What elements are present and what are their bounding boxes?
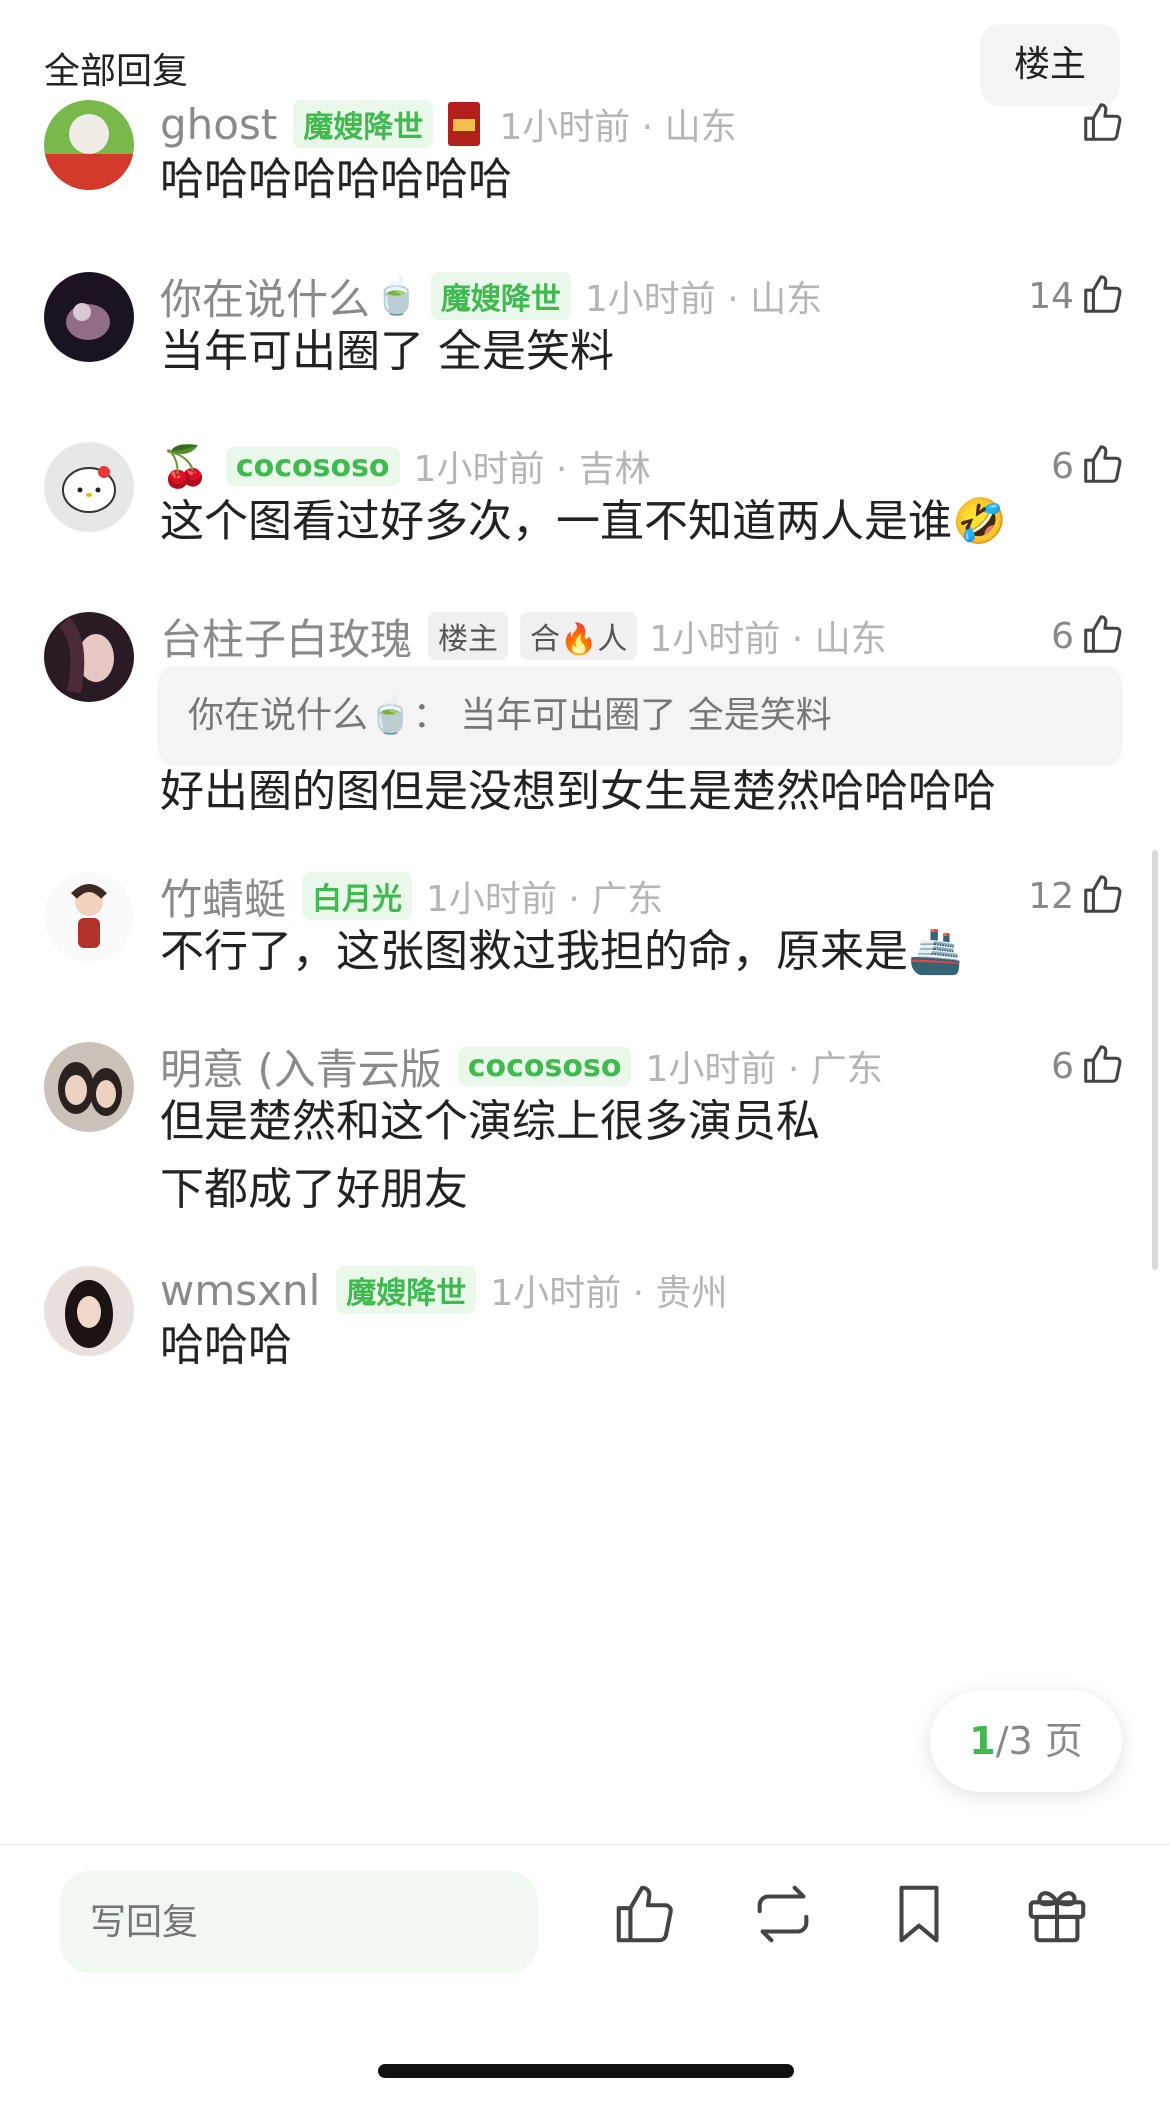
- like-button[interactable]: 14: [1028, 268, 1126, 324]
- like-count: 14: [1028, 275, 1074, 317]
- gift-icon: [1022, 1891, 1092, 1953]
- fan-badge[interactable]: cocososo: [457, 1046, 632, 1086]
- timestamp-location: 1小时前 · 广东: [645, 1049, 883, 1090]
- co-fire-badge: 合🔥人: [520, 612, 638, 660]
- current-page: 1: [969, 1719, 996, 1763]
- timestamp-location: 1小时前 · 贵州: [490, 1273, 728, 1314]
- thumbs-up-icon: [1080, 441, 1126, 491]
- comment-meta: 明意 (入青云版 cocososo 1小时前 · 广东: [160, 1038, 883, 1094]
- repost-icon: [748, 1885, 818, 1953]
- like-action-button[interactable]: [610, 1879, 680, 1949]
- like-count: 12: [1028, 875, 1074, 917]
- comment-text: 但是楚然和这个演综上很多演员私下都成了好朋友: [160, 1096, 820, 1215]
- thumbs-up-icon: [1080, 99, 1126, 149]
- owner-only-button[interactable]: 楼主: [980, 24, 1120, 106]
- home-indicator[interactable]: [378, 2064, 794, 2078]
- username[interactable]: 🍒: [160, 443, 210, 490]
- avatar[interactable]: [44, 442, 134, 532]
- username[interactable]: wmsxnl: [160, 1266, 320, 1315]
- avatar[interactable]: [44, 612, 134, 702]
- thumbs-up-icon: [1080, 871, 1126, 921]
- comment-meta: ghost 魔嫂降世 1小时前 · 山东: [160, 96, 737, 152]
- fan-badge[interactable]: 白月光: [302, 872, 413, 920]
- like-button[interactable]: 6: [1051, 438, 1126, 494]
- timestamp-location: 1小时前 · 山东: [584, 279, 823, 320]
- username[interactable]: 台柱子白玫瑰: [160, 606, 412, 667]
- like-button[interactable]: 12: [1028, 868, 1126, 924]
- comment-meta: 你在说什么 🍵 魔嫂降世 1小时前 · 山东: [160, 268, 822, 324]
- thumbs-up-icon: [1080, 611, 1126, 661]
- repost-button[interactable]: [748, 1879, 818, 1949]
- page-title: 全部回复: [44, 51, 189, 92]
- comment-text: 当年可出圈了 全是笑料: [160, 326, 614, 377]
- comment-text: 不行了，这张图救过我担的命，原来是🚢: [160, 926, 963, 977]
- comment-text: 哈哈哈哈哈哈哈哈: [160, 154, 512, 205]
- avatar[interactable]: [44, 1266, 134, 1356]
- thumbs-up-icon: [1080, 1041, 1126, 1091]
- owner-badge: 楼主: [428, 612, 509, 660]
- comment-meta: 竹蜻蜓 白月光 1小时前 · 广东: [160, 868, 663, 924]
- quoted-reply[interactable]: 你在说什么🍵： 当年可出圈了 全是笑料: [158, 666, 1122, 766]
- bookmark-button[interactable]: [884, 1879, 954, 1949]
- thumbs-up-icon: [610, 1885, 680, 1953]
- page-unit: 页: [1032, 1719, 1083, 1763]
- like-button[interactable]: [1080, 96, 1126, 152]
- like-button[interactable]: 6: [1051, 608, 1126, 664]
- comment-text: 哈哈哈: [160, 1320, 292, 1371]
- comment-meta: 台柱子白玫瑰 楼主 合🔥人 1小时前 · 山东: [160, 608, 887, 664]
- fan-badge[interactable]: 魔嫂降世: [430, 272, 571, 320]
- like-button[interactable]: 6: [1051, 1038, 1126, 1094]
- tea-icon: 🍵: [374, 276, 419, 317]
- comment-meta: wmsxnl 魔嫂降世 1小时前 · 贵州: [160, 1262, 728, 1318]
- red-packet-icon: [447, 101, 481, 147]
- timestamp-location: 1小时前 · 山东: [499, 107, 737, 148]
- timestamp-location: 1小时前 · 吉林: [413, 449, 651, 490]
- username[interactable]: ghost: [160, 100, 277, 149]
- fan-badge[interactable]: cocososo: [225, 446, 400, 486]
- total-pages: /3: [995, 1719, 1033, 1763]
- comment-text: 好出圈的图但是没想到女生是楚然哈哈哈哈: [160, 766, 996, 817]
- avatar[interactable]: [44, 1042, 134, 1132]
- bookmark-icon: [884, 1885, 954, 1953]
- timestamp-location: 1小时前 · 广东: [426, 879, 664, 920]
- page-indicator[interactable]: 1/3 页: [930, 1690, 1122, 1792]
- like-count: 6: [1051, 445, 1074, 487]
- comment-meta: 🍒 cocososo 1小时前 · 吉林: [160, 438, 651, 494]
- like-count: 6: [1051, 1045, 1074, 1087]
- like-count: 6: [1051, 615, 1074, 657]
- scrollbar[interactable]: [1152, 850, 1158, 1270]
- timestamp-location: 1小时前 · 山东: [649, 619, 887, 660]
- fan-badge[interactable]: 魔嫂降世: [336, 1266, 477, 1314]
- comment-text: 这个图看过好多次，一直不知道两人是谁🤣: [160, 496, 1007, 547]
- avatar[interactable]: [44, 100, 134, 190]
- gift-button[interactable]: [1022, 1879, 1092, 1949]
- fan-badge[interactable]: 魔嫂降世: [293, 100, 434, 148]
- avatar[interactable]: [44, 272, 134, 362]
- thumbs-up-icon: [1080, 271, 1126, 321]
- avatar[interactable]: [44, 872, 134, 962]
- reply-input[interactable]: [60, 1871, 538, 1973]
